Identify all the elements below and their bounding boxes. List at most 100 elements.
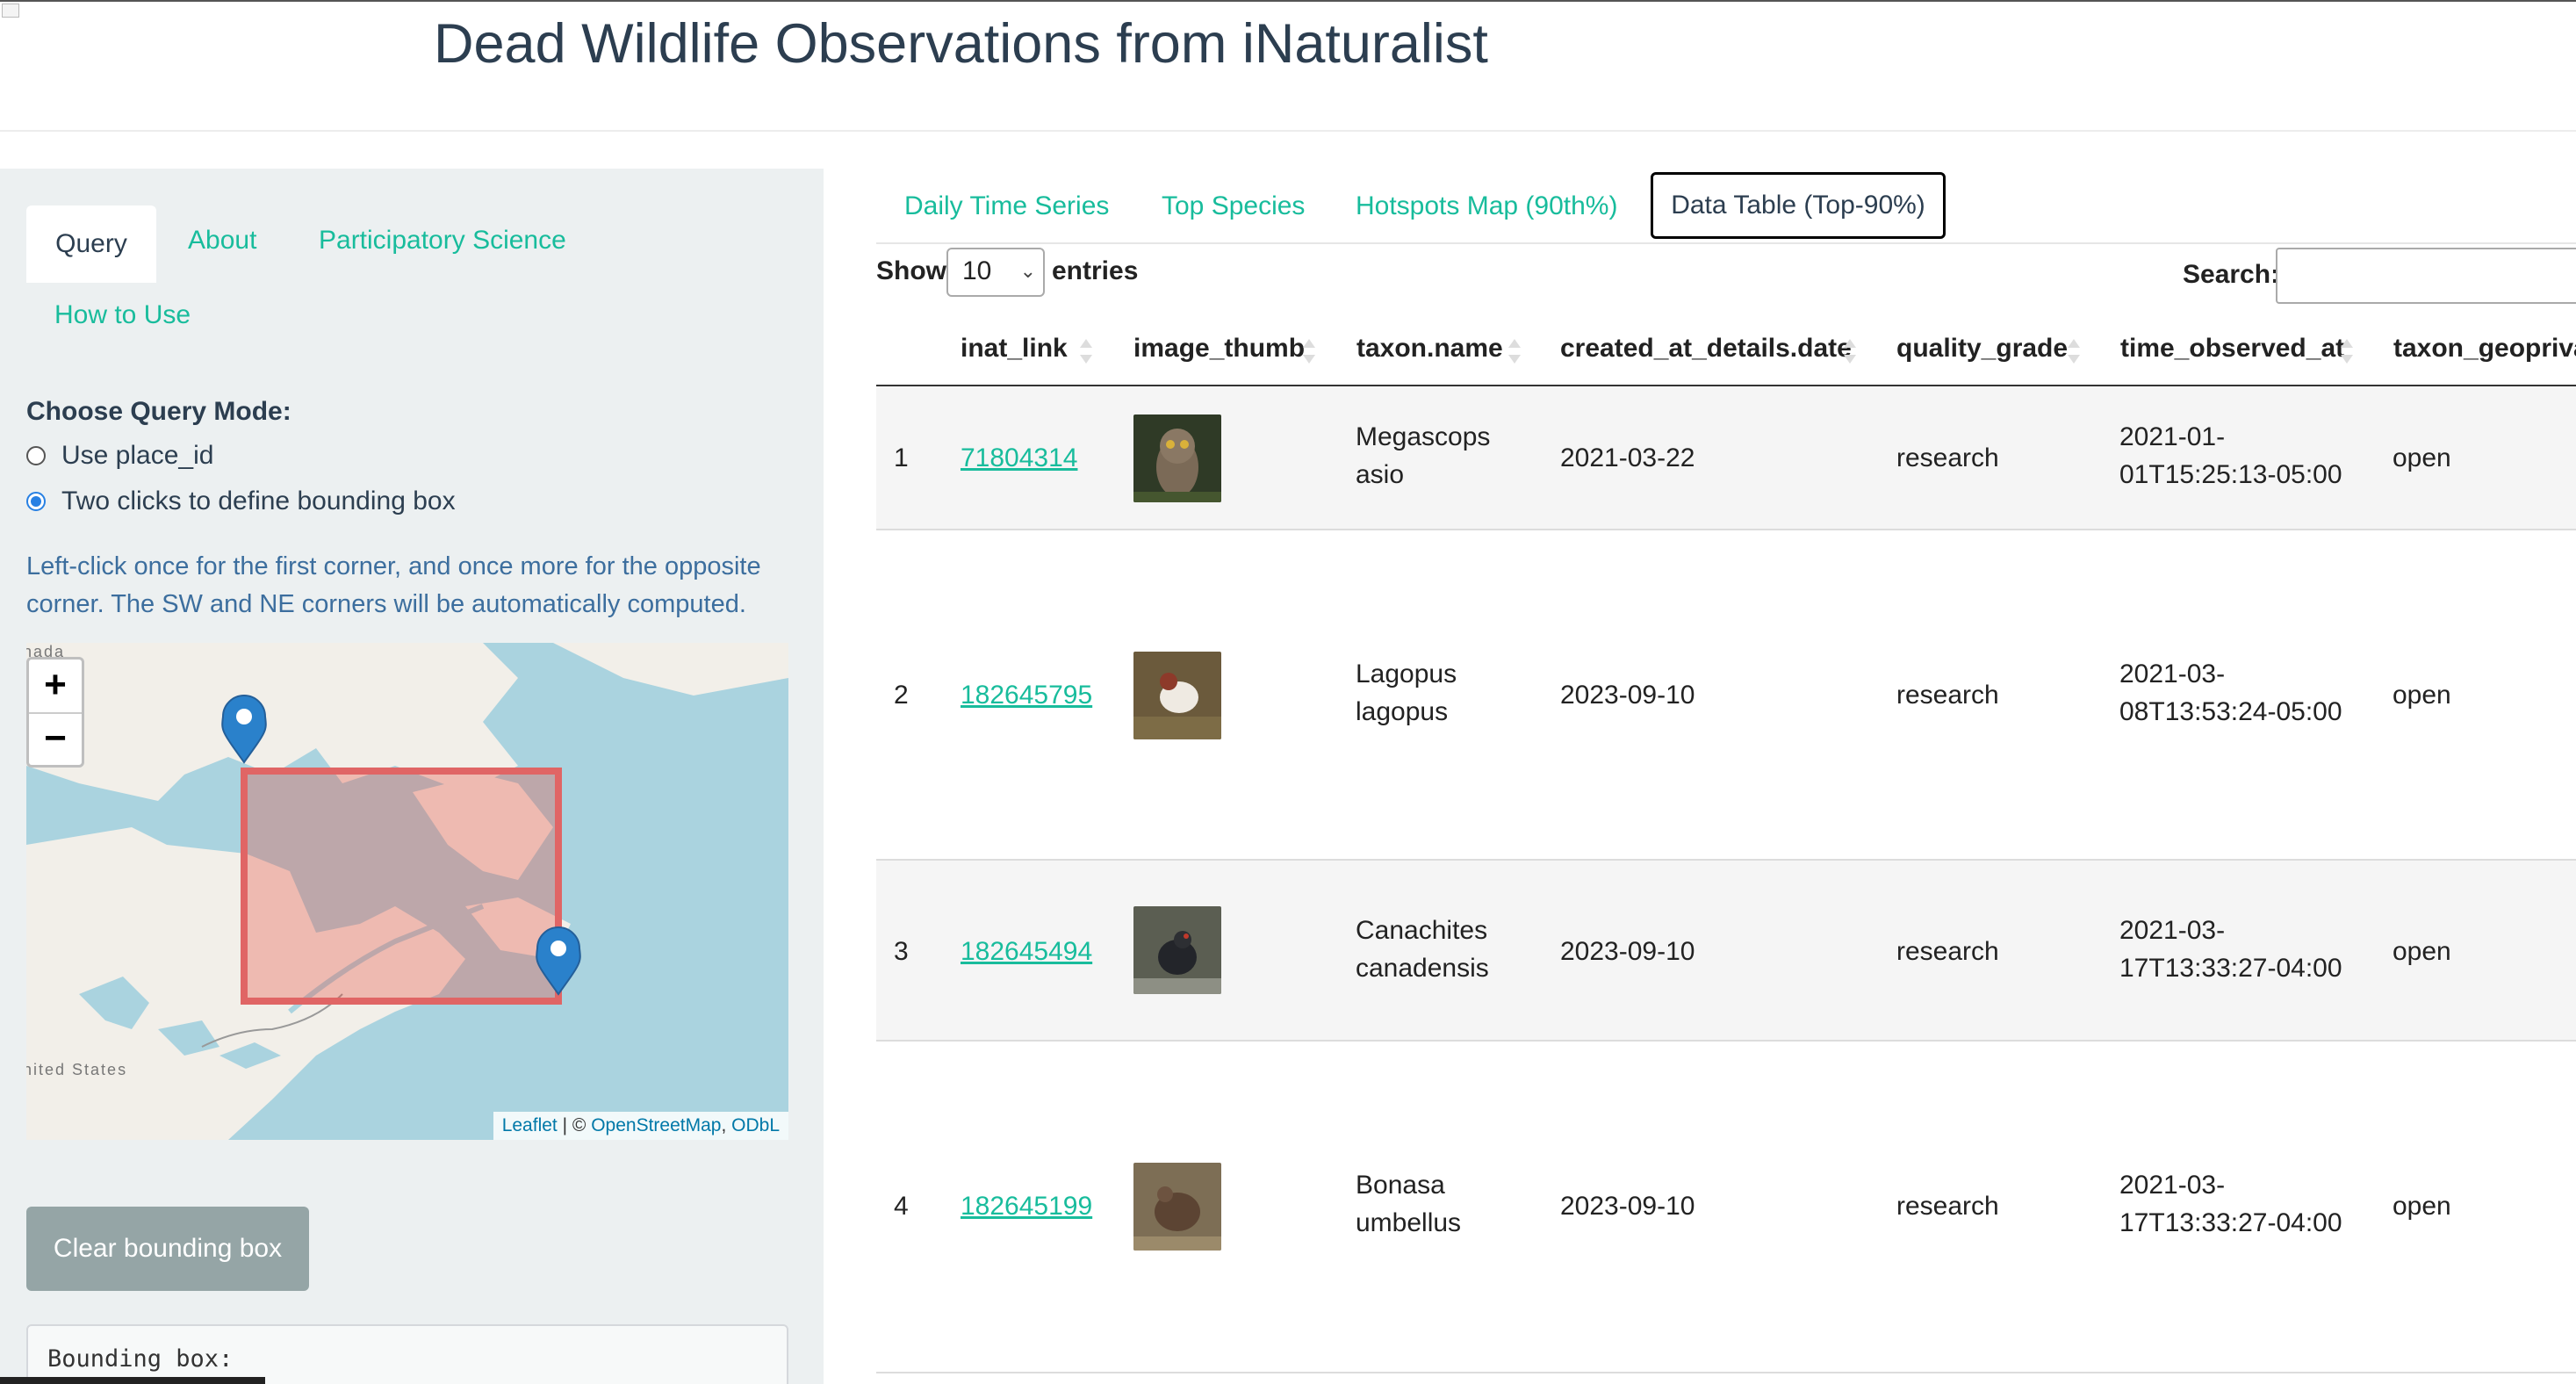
- chevron-down-icon: ⌄: [1019, 260, 1036, 282]
- taxon-geoprivacy: open: [2393, 937, 2451, 966]
- column-header-image-thumb[interactable]: image_thumb: [1133, 334, 1305, 364]
- taxon-name-line1: Bonasa: [1356, 1171, 1445, 1200]
- sort-icon[interactable]: [1508, 335, 1521, 367]
- leaflet-map[interactable]: nada nited States + − Leaflet | © OpenSt…: [26, 643, 788, 1140]
- taxon-name-line1: Lagopus: [1356, 660, 1457, 688]
- search-label: Search:: [2183, 260, 2280, 289]
- taxon-geoprivacy: open: [2393, 1192, 2451, 1221]
- zoom-out-button[interactable]: −: [29, 713, 82, 766]
- created-date: 2023-09-10: [1560, 681, 1695, 710]
- tab-data-table[interactable]: Data Table (Top-90%): [1651, 172, 1946, 239]
- inat-link[interactable]: 71804314: [961, 439, 1077, 477]
- tab-query[interactable]: Query: [26, 205, 156, 283]
- tab-hotspots-map[interactable]: Hotspots Map (90th%): [1356, 191, 1617, 221]
- sort-icon[interactable]: [1080, 335, 1092, 367]
- quality-grade: research: [1896, 681, 1999, 710]
- osm-link[interactable]: OpenStreetMap: [591, 1115, 721, 1135]
- time-observed-line2: 17T13:33:27-04:00: [2119, 1208, 2342, 1237]
- created-date: 2021-03-22: [1560, 443, 1695, 472]
- radio-label: Two clicks to define bounding box: [61, 487, 456, 515]
- column-header-quality-grade[interactable]: quality_grade: [1896, 334, 2068, 364]
- time-observed-line1: 2021-01-: [2119, 422, 2226, 451]
- page-title: Dead Wildlife Observations from iNatural…: [434, 13, 1488, 75]
- table-row: 1 71804314 Megascops asio 2021-03-22 res…: [876, 386, 2576, 530]
- sort-icon[interactable]: [1844, 335, 1856, 367]
- radio-place-id[interactable]: Use place_id: [26, 441, 213, 471]
- taxon-name-line2: canadensis: [1356, 954, 1489, 983]
- attribution-separator: | ©: [557, 1115, 592, 1135]
- row-index: 2: [894, 681, 909, 710]
- search-input[interactable]: [2276, 248, 2576, 304]
- help-text: Left-click once for the first corner, an…: [26, 552, 761, 618]
- entries-select-value: 10: [962, 256, 992, 285]
- radio-label: Use place_id: [61, 441, 214, 470]
- table-row: 4 182645199 Bonasa umbellus 2023-09-10 r…: [876, 1042, 2576, 1373]
- created-date: 2023-09-10: [1560, 1192, 1695, 1221]
- inat-link[interactable]: 182645494: [961, 933, 1092, 970]
- column-header-created-date[interactable]: created_at_details.date: [1560, 334, 1852, 364]
- table-row: 2 182645795 Lagopus lagopus 2023-09-10 r…: [876, 530, 2576, 861]
- taxon-name-line1: Canachites: [1356, 916, 1488, 945]
- time-observed-line2: 01T15:25:13-05:00: [2119, 460, 2342, 489]
- sort-icon[interactable]: [1303, 335, 1315, 367]
- map-tiles: [26, 643, 788, 1140]
- time-observed-line1: 2021-03-: [2119, 916, 2226, 945]
- row-index: 3: [894, 937, 909, 966]
- show-label: Show: [876, 256, 946, 285]
- bounding-box-text: Bounding box:: [47, 1345, 234, 1373]
- grouse-thumbnail-image: [1133, 906, 1221, 994]
- quality-grade: research: [1896, 1192, 1999, 1221]
- ruffed-grouse-thumbnail-image: [1133, 1163, 1221, 1251]
- created-date: 2023-09-10: [1560, 937, 1695, 966]
- tab-divider: [876, 242, 2576, 244]
- column-header-taxon-geoprivacy[interactable]: taxon_geoprivacy: [2393, 334, 2576, 364]
- row-index: 4: [894, 1192, 909, 1221]
- sort-icon[interactable]: [2068, 335, 2080, 367]
- owl-thumbnail-image: [1133, 414, 1221, 502]
- column-header-time-observed[interactable]: time_observed_at: [2120, 334, 2344, 364]
- page-header: Dead Wildlife Observations from iNatural…: [0, 0, 2576, 132]
- odbl-link[interactable]: ODbL: [731, 1115, 780, 1135]
- radio-button-checked[interactable]: [26, 492, 46, 511]
- quality-grade: research: [1896, 443, 1999, 472]
- inat-link[interactable]: 182645795: [961, 676, 1092, 714]
- quality-grade: research: [1896, 937, 1999, 966]
- time-observed-line1: 2021-03-: [2119, 660, 2226, 688]
- time-observed-line2: 08T13:53:24-05:00: [2119, 697, 2342, 726]
- ptarmigan-thumbnail-image: [1133, 652, 1221, 739]
- taxon-name-line1: Megascops: [1356, 422, 1491, 451]
- table-row: 3 182645494 Canachites canadensis 2023-0…: [876, 861, 2576, 1042]
- taxon-geoprivacy: open: [2393, 443, 2451, 472]
- taxon-name-line2: lagopus: [1356, 697, 1449, 726]
- time-observed-line2: 17T13:33:27-04:00: [2119, 954, 2342, 983]
- radio-bounding-box[interactable]: Two clicks to define bounding box: [26, 487, 456, 516]
- row-index: 1: [894, 443, 909, 472]
- taxon-name-line2: umbellus: [1356, 1208, 1462, 1237]
- radio-button[interactable]: [26, 446, 46, 465]
- tab-about[interactable]: About: [188, 226, 256, 256]
- zoom-in-button[interactable]: +: [29, 660, 82, 714]
- taxon-geoprivacy: open: [2393, 681, 2451, 710]
- bottom-bar: [0, 1377, 265, 1384]
- map-attribution: Leaflet | © OpenStreetMap, ODbL: [493, 1112, 788, 1140]
- column-header-inat-link[interactable]: inat_link: [961, 334, 1068, 364]
- entries-select[interactable]: 10 ⌄: [946, 248, 1045, 297]
- leaflet-link[interactable]: Leaflet: [502, 1115, 558, 1135]
- sidebar-panel: Query About Participatory Science How to…: [0, 169, 824, 1384]
- column-header-taxon-name[interactable]: taxon.name: [1356, 334, 1503, 364]
- tab-daily-time-series[interactable]: Daily Time Series: [904, 191, 1109, 221]
- bounding-box-output: Bounding box:: [26, 1324, 788, 1384]
- tab-how-to-use[interactable]: How to Use: [54, 300, 191, 330]
- time-observed-line1: 2021-03-: [2119, 1171, 2226, 1200]
- entries-label: entries: [1052, 256, 1139, 285]
- taxon-name-line2: asio: [1356, 460, 1405, 489]
- tab-top-species[interactable]: Top Species: [1162, 191, 1305, 221]
- zoom-control: + −: [26, 657, 84, 768]
- clear-bounding-box-button[interactable]: Clear bounding box: [26, 1207, 309, 1291]
- tab-participatory-science[interactable]: Participatory Science: [319, 226, 566, 256]
- inat-link[interactable]: 182645199: [961, 1187, 1092, 1225]
- query-mode-label: Choose Query Mode:: [26, 397, 291, 426]
- map-label-united-states: nited States: [26, 1061, 128, 1078]
- attribution-comma: ,: [721, 1115, 732, 1135]
- sort-icon[interactable]: [2341, 335, 2353, 367]
